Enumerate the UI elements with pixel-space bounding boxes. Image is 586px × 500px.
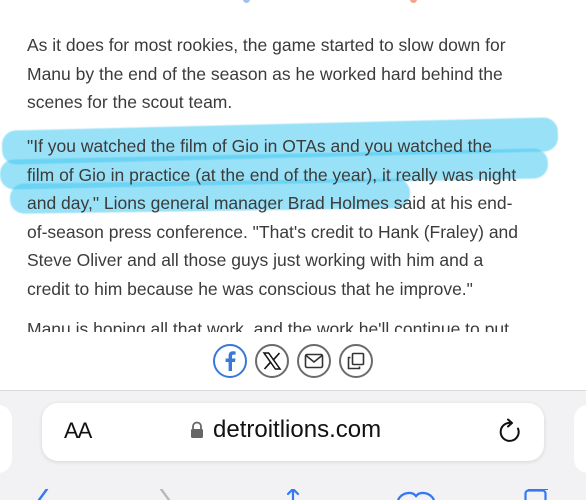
text-line: Manu by the end of the season as he work… <box>27 60 567 89</box>
tabs-icon[interactable] <box>524 489 550 500</box>
text-line: and day," Lions general manager Brad Hol… <box>27 189 567 218</box>
share-icon[interactable] <box>283 489 303 500</box>
forward-icon[interactable] <box>158 489 174 500</box>
article-quote-paragraph: "If you watched the film of Gio in OTAs … <box>27 132 567 303</box>
text-line: film of Gio in practice (at the end of t… <box>27 161 567 190</box>
text-line: Steve Oliver and all those guys just wor… <box>27 246 567 275</box>
email-icon <box>304 353 324 369</box>
share-bar <box>0 332 586 390</box>
back-icon[interactable] <box>34 489 50 500</box>
text-line: scenes for the scout team. <box>27 88 567 117</box>
share-x-button[interactable] <box>255 344 289 378</box>
top-cropped-icons <box>0 0 586 4</box>
browser-chrome: AA detroitlions.com <box>0 390 586 500</box>
reload-button[interactable] <box>498 418 524 451</box>
url-display[interactable]: detroitlions.com <box>190 416 381 444</box>
previous-tab-preview[interactable] <box>0 405 12 473</box>
article-paragraph: As it does for most rookies, the game st… <box>27 31 567 117</box>
url-text: detroitlions.com <box>213 416 381 444</box>
share-email-button[interactable] <box>297 344 331 378</box>
next-tab-preview[interactable] <box>574 405 586 473</box>
x-icon <box>262 351 282 371</box>
page-settings-button[interactable]: AA <box>64 418 91 444</box>
text-size-label: AA <box>64 418 91 443</box>
text-line: "If you watched the film of Gio in OTAs … <box>27 132 567 161</box>
bookmarks-icon[interactable] <box>396 489 436 500</box>
facebook-icon <box>223 351 237 371</box>
article-content: As it does for most rookies, the game st… <box>0 0 586 340</box>
share-facebook-button[interactable] <box>213 344 247 378</box>
address-bar[interactable]: AA detroitlions.com <box>42 403 544 461</box>
text-line: of-season press conference. "That's cred… <box>27 218 567 247</box>
text-line: credit to him because he was conscious t… <box>27 275 567 304</box>
copy-icon <box>347 352 365 370</box>
text-line: As it does for most rookies, the game st… <box>27 31 567 60</box>
reload-icon <box>498 418 524 446</box>
share-copy-link-button[interactable] <box>339 344 373 378</box>
lock-icon <box>190 421 204 439</box>
browser-toolbar <box>0 489 586 500</box>
